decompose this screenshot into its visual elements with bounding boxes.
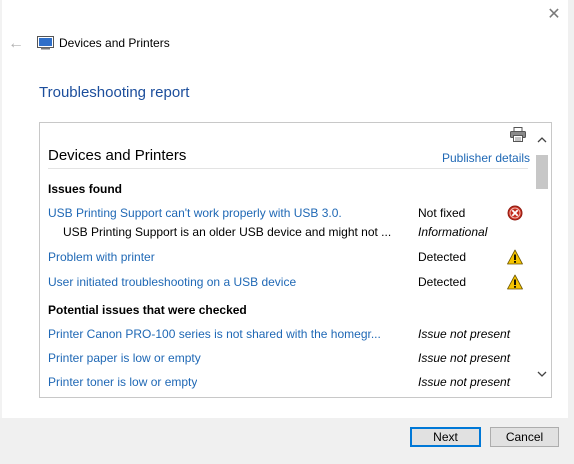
page-title: Troubleshooting report: [39, 84, 190, 101]
checked-issue-row: Printer paper is low or empty Issue not …: [40, 351, 534, 369]
scroll-down-button[interactable]: [534, 367, 550, 381]
checked-issue-row: Printer toner is low or empty Issue not …: [40, 375, 534, 393]
issues-found-heading: Issues found: [48, 182, 123, 196]
next-button[interactable]: Next: [410, 427, 481, 447]
issue-status: Detected: [418, 250, 467, 264]
issue-row: Problem with printer Detected: [40, 249, 534, 268]
publisher-details-link[interactable]: Publisher details: [442, 151, 530, 165]
chevron-up-icon: [537, 137, 547, 143]
issue-status: Detected: [418, 275, 467, 289]
checked-issue-link[interactable]: Printer paper is low or empty: [48, 351, 201, 365]
error-icon: [507, 205, 523, 221]
potential-issues-heading: Potential issues that were checked: [48, 303, 247, 317]
window-right-edge: [568, 0, 574, 464]
issue-link[interactable]: USB Printing Support can't work properly…: [48, 206, 342, 220]
devices-and-printers-icon: [37, 36, 54, 50]
warning-icon: [507, 274, 523, 290]
issue-link[interactable]: User initiated troubleshooting on a USB …: [48, 275, 296, 289]
report-panel: Devices and Printers Publisher details I…: [39, 122, 552, 398]
print-icon[interactable]: [510, 127, 526, 142]
chevron-down-icon: [537, 371, 547, 377]
app-title: Devices and Printers: [59, 36, 170, 50]
close-icon: ✕: [547, 6, 561, 23]
scroll-up-button[interactable]: [534, 133, 550, 147]
close-button[interactable]: ✕: [540, 2, 568, 26]
troubleshooter-window: ✕ ← Devices and Printers Troubleshooting…: [0, 0, 574, 464]
issue-detail-text: USB Printing Support is an older USB dev…: [63, 225, 392, 239]
warning-icon: [507, 249, 523, 265]
checked-issue-link[interactable]: Printer toner is low or empty: [48, 375, 197, 389]
panel-heading: Devices and Printers: [48, 147, 187, 164]
issue-detail-row: USB Printing Support is an older USB dev…: [40, 225, 534, 243]
checked-issue-status: Issue not present: [418, 351, 511, 365]
cancel-button[interactable]: Cancel: [490, 427, 559, 447]
issue-row: User initiated troubleshooting on a USB …: [40, 274, 534, 293]
checked-issue-status: Issue not present: [418, 375, 511, 389]
footer-bar: Next Cancel: [0, 418, 574, 464]
window-left-edge: [0, 0, 2, 464]
issue-row: USB Printing Support can't work properly…: [40, 205, 534, 224]
checked-issue-status: Issue not present: [418, 327, 511, 341]
scroll-thumb[interactable]: [536, 155, 548, 189]
back-button[interactable]: ←: [6, 34, 26, 54]
issue-status: Informational: [418, 225, 488, 239]
issue-link[interactable]: Problem with printer: [48, 250, 155, 264]
checked-issue-link[interactable]: Printer Canon PRO-100 series is not shar…: [48, 327, 381, 341]
heading-divider: [48, 168, 528, 169]
checked-issue-row: Printer Canon PRO-100 series is not shar…: [40, 327, 534, 345]
back-arrow-icon: ←: [8, 35, 24, 52]
vertical-scrollbar[interactable]: [534, 123, 550, 397]
issue-status: Not fixed: [418, 206, 466, 220]
